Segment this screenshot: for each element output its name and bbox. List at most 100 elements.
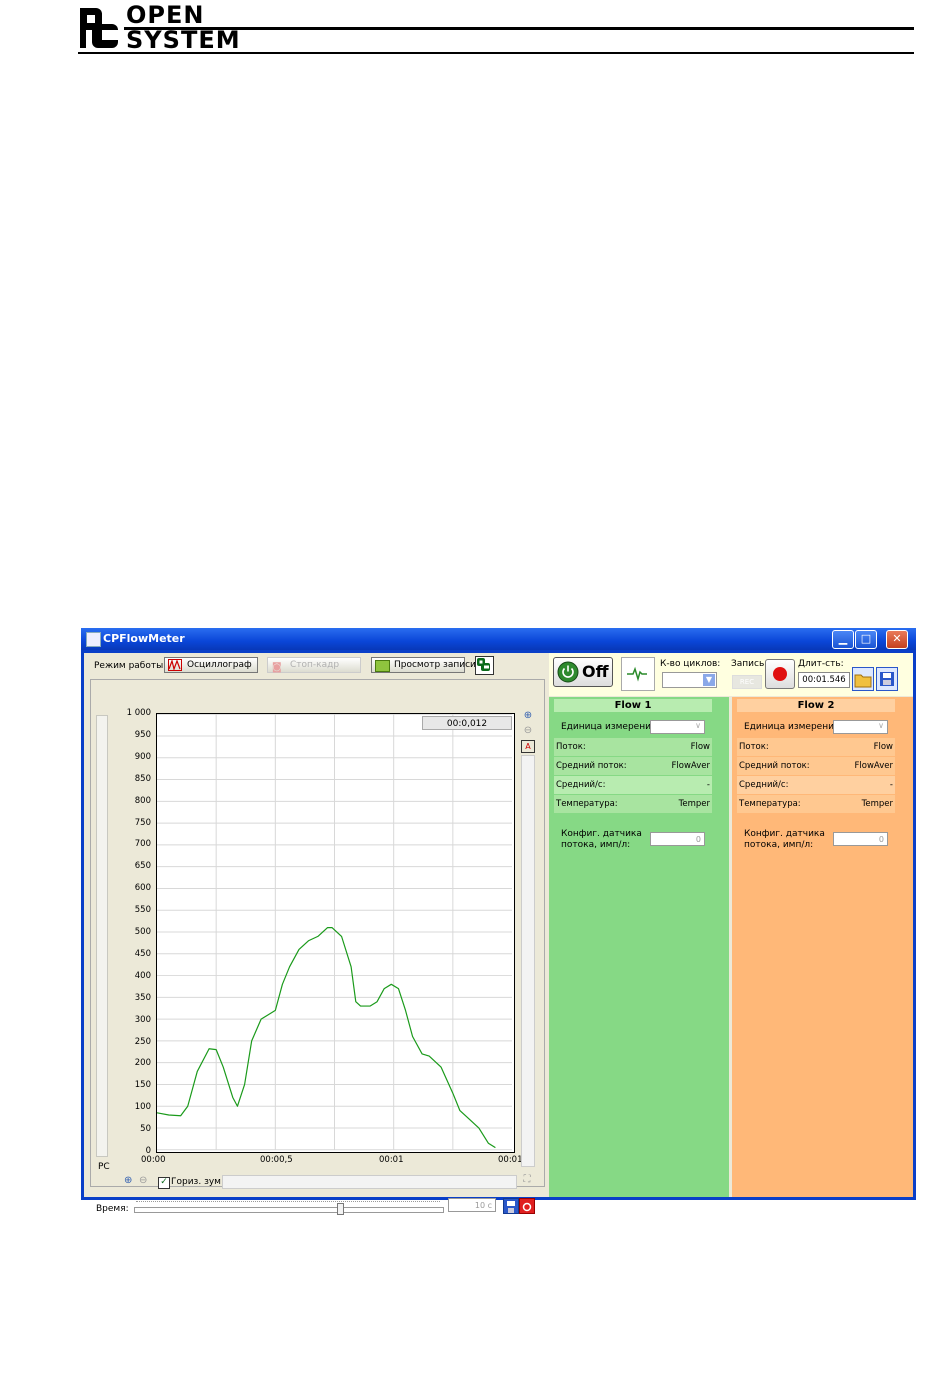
save-image-icon[interactable]: [503, 1198, 519, 1214]
open-folder-button[interactable]: [852, 667, 874, 691]
time-window-field[interactable]: 10 с: [448, 1198, 496, 1212]
oscillograph-icon: [168, 658, 182, 672]
power-label: Off: [582, 662, 609, 681]
flow2-config-field[interactable]: 0: [833, 832, 888, 846]
fit-screen-icon[interactable]: ⛶: [521, 1174, 533, 1186]
flow2-temperature-value: Temper: [861, 799, 893, 809]
flow1-config-label-2: потока, имп/л:: [561, 840, 631, 850]
flow2-avg-per-sec-label: Средний/с:: [739, 780, 789, 790]
y-tick-label: 550: [134, 905, 151, 916]
flow2-flow-value: Flow: [873, 742, 893, 752]
cycles-dropdown[interactable]: ▼: [662, 672, 717, 688]
app-icon: [86, 632, 101, 647]
flow1-unit-dropdown[interactable]: ∨: [650, 720, 705, 734]
flow1-panel: Flow 1 Единица измерения: ∨ Поток: Flow …: [549, 697, 729, 1197]
flow2-avg-flow-value: FlowAver: [854, 761, 893, 771]
zoom-out-horizontal-icon[interactable]: ⊖: [139, 1175, 147, 1186]
flow1-avg-per-sec-value: -: [706, 780, 710, 790]
flow1-unit-label: Единица измерения:: [561, 722, 660, 732]
freeze-frame-button[interactable]: ◙ Стоп-кадр: [267, 657, 361, 673]
flow1-temperature-value: Temper: [678, 799, 710, 809]
flow1-flow-value: Flow: [690, 742, 710, 752]
flow1-avg-flow-label: Средний поток:: [556, 761, 627, 771]
y-tick-label: 800: [134, 795, 151, 806]
zoom-out-vertical-icon[interactable]: ⊖: [521, 725, 535, 739]
horizontal-zoom-checkbox[interactable]: ✓: [158, 1177, 170, 1189]
flow-chart[interactable]: [156, 713, 515, 1153]
time-slider-thumb[interactable]: [337, 1203, 344, 1215]
y-tick-label: 400: [134, 970, 151, 981]
client-area: Режим работы: Осциллограф ◙ Стоп-кадр Пр…: [84, 653, 913, 1215]
chevron-down-icon: ∨: [695, 721, 701, 730]
y-tick-label: 750: [134, 817, 151, 828]
tape-icon: [375, 660, 390, 672]
x-tick-label: 00:00,5: [260, 1155, 293, 1165]
x-tick-label: 00:01: [379, 1155, 404, 1165]
y-tick-label: 700: [134, 839, 151, 850]
record-label: Запись: [731, 659, 765, 669]
minimize-button[interactable]: ▁: [832, 630, 854, 649]
cycles-label: К-во циклов:: [660, 659, 721, 669]
camera-icon: ◙: [272, 662, 282, 673]
flow2-config-label-2: потока, имп/л:: [744, 840, 814, 850]
y-tick-label: 650: [134, 861, 151, 872]
y-tick-label: 1 000: [126, 708, 151, 718]
y-tick-label: 300: [134, 1014, 151, 1025]
chevron-down-icon: ▼: [703, 674, 715, 686]
app-window: CPFlowMeter ▁ □ ✕ Режим работы: Осциллог…: [81, 628, 916, 1215]
pulse-mode-button[interactable]: [621, 657, 655, 691]
logo-small-icon[interactable]: [475, 656, 494, 675]
flow2-config-label-1: Конфиг. датчика: [744, 829, 825, 839]
rec-indicator: REC: [732, 675, 762, 689]
y-tick-label: 850: [134, 773, 151, 784]
flow1-config-label-1: Конфиг. датчика: [561, 829, 642, 839]
record-button[interactable]: [765, 659, 795, 689]
flow2-panel: Flow 2 Единица измерения: ∨ Поток: Flow …: [732, 697, 913, 1197]
flow2-avg-per-sec-value: -: [889, 780, 893, 790]
y-tick-label: 150: [134, 1080, 151, 1091]
flow2-unit-dropdown[interactable]: ∨: [833, 720, 888, 734]
flow2-flow-label: Поток:: [739, 742, 769, 752]
header-rule-bottom: [78, 52, 914, 54]
close-button[interactable]: ✕: [886, 630, 908, 649]
save-button[interactable]: [876, 667, 898, 691]
time-label: Время:: [96, 1204, 129, 1214]
y-tick-label: 350: [134, 992, 151, 1003]
snapshot-icon[interactable]: [519, 1198, 535, 1214]
oscillograph-label: Осциллограф: [187, 660, 252, 670]
time-slider[interactable]: [134, 1207, 444, 1213]
view-record-button[interactable]: Просмотр записи: [371, 657, 476, 673]
flow2-avg-flow-label: Средний поток:: [739, 761, 810, 771]
zoom-in-horizontal-icon[interactable]: ⊕: [124, 1175, 132, 1186]
x-tick-label: 00:00: [141, 1155, 166, 1165]
time-slider-ticks: [136, 1201, 440, 1206]
horizontal-scrollbar[interactable]: [222, 1175, 517, 1189]
flow1-config-field[interactable]: 0: [650, 832, 705, 846]
zoom-in-vertical-icon[interactable]: ⊕: [521, 710, 535, 724]
window-title: CPFlowMeter: [103, 632, 185, 645]
power-button[interactable]: Off: [553, 657, 613, 687]
open-system-logo-icon: [80, 8, 118, 48]
flow1-row-avg-flow: Средний поток: FlowAver: [554, 757, 712, 775]
vertical-scrollbar[interactable]: [521, 755, 535, 1167]
flow1-row-flow: Поток: Flow: [554, 738, 712, 756]
title-bar[interactable]: CPFlowMeter ▁ □ ✕: [81, 628, 916, 650]
flow1-row-avg-per-sec: Средний/с: -: [554, 776, 712, 794]
flow1-title: Flow 1: [554, 699, 712, 712]
control-row: Off К-во циклов: ▼ Запись REC Длит-сть: …: [549, 653, 913, 696]
duration-label: Длит-сть:: [798, 659, 844, 669]
flow1-avg-flow-value: FlowAver: [671, 761, 710, 771]
floppy-icon: [880, 672, 894, 686]
flow1-avg-per-sec-label: Средний/с:: [556, 780, 606, 790]
oscillograph-button[interactable]: Осциллограф: [164, 657, 258, 673]
logo-text-system: SYSTEM: [126, 26, 241, 54]
flow-series-line: [157, 927, 496, 1149]
power-icon: [557, 661, 579, 683]
autoscale-icon[interactable]: A: [521, 740, 535, 753]
duration-field: 00:01.546: [798, 672, 850, 688]
pulse-icon: [627, 666, 647, 682]
amplitude-slider[interactable]: [96, 715, 108, 1157]
y-tick-label: 100: [134, 1102, 151, 1113]
horizontal-zoom-label: Гориз. зум: [171, 1177, 221, 1187]
maximize-button[interactable]: □: [855, 630, 877, 649]
